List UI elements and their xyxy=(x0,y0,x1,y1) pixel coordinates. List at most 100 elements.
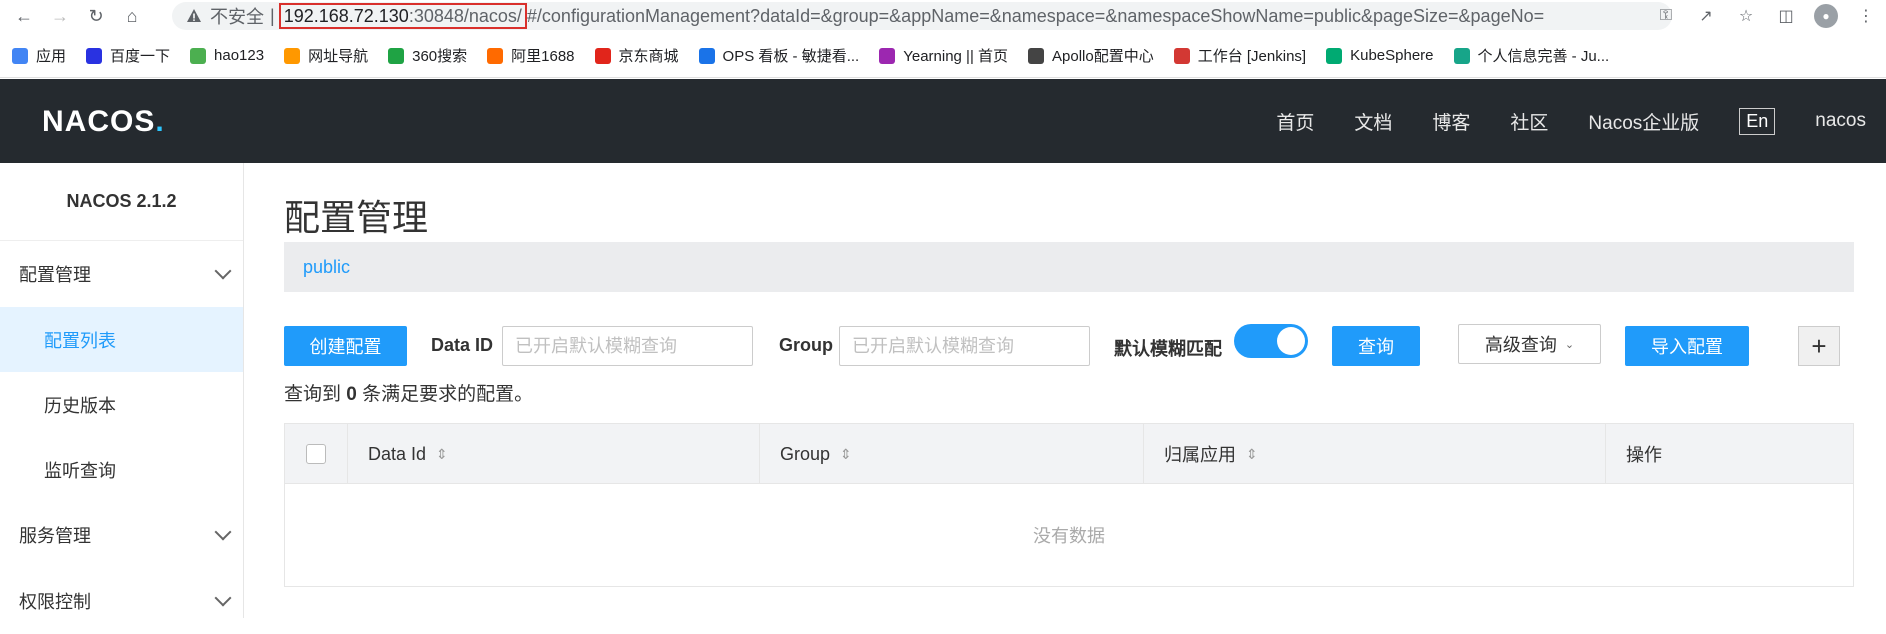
advanced-query-label: 高级查询 xyxy=(1484,335,1557,355)
fuzzy-match-label: 默认模糊匹配 xyxy=(1114,339,1222,359)
sort-icon[interactable]: ⇕ xyxy=(1246,446,1258,463)
select-all-cell xyxy=(285,424,348,484)
url-rest: #/configurationManagement?dataId=&group=… xyxy=(526,5,1545,26)
warning-icon xyxy=(187,9,201,22)
sidebar-group-label: 服务管理 xyxy=(19,526,91,546)
profile-icon[interactable]: ● xyxy=(1806,0,1846,32)
bookmark-label: Apollo配置中心 xyxy=(1052,48,1154,65)
jenkins-icon xyxy=(1173,47,1190,64)
nav-icon xyxy=(284,47,301,64)
create-config-button[interactable]: 创建配置 xyxy=(284,326,407,366)
query-button[interactable]: 查询 xyxy=(1332,326,1420,366)
bookmark-item[interactable]: 应用 xyxy=(12,45,66,66)
column-dataid[interactable]: Data Id ⇕ xyxy=(348,424,760,484)
more-icon[interactable]: ⋮ xyxy=(1846,0,1886,32)
bookmark-label: OPS 看板 - 敏捷看... xyxy=(722,48,860,65)
kubesphere-icon xyxy=(1326,47,1343,64)
sidebar-group-config[interactable]: 配置管理 xyxy=(0,241,243,307)
toggle-knob xyxy=(1277,327,1305,355)
nav-blog[interactable]: 博客 xyxy=(1432,108,1470,135)
sort-icon[interactable]: ⇕ xyxy=(436,446,448,463)
fuzzy-match-toggle[interactable] xyxy=(1234,324,1308,358)
column-app[interactable]: 归属应用 ⇕ xyxy=(1144,424,1606,484)
nav-community[interactable]: 社区 xyxy=(1510,108,1548,135)
bookmarks-bar: 应用 百度一下 hao123 网址导航 360搜索 阿里1688 京东商城 OPS 看板 - … xyxy=(0,34,1886,78)
chevron-down-icon xyxy=(214,262,232,280)
bookmark-item[interactable]: OPS 看板 - 敏捷看... xyxy=(698,45,860,66)
bookmark-label: 个人信息完善 - Ju... xyxy=(1477,48,1610,65)
bookmark-item[interactable]: 工作台 [Jenkins] xyxy=(1173,45,1307,66)
result-count: 0 xyxy=(346,384,357,405)
key-icon[interactable]: ⚿ xyxy=(1646,0,1686,32)
sidebar-group-service[interactable]: 服务管理 xyxy=(0,502,243,568)
group-input[interactable] xyxy=(839,326,1090,366)
bookmark-item[interactable]: 360搜索 xyxy=(388,45,467,66)
url-host: 192.168.72.130 xyxy=(283,6,409,26)
url-highlighted-part: 192.168.72.130:30848/nacos/ xyxy=(278,3,527,29)
bookmark-item[interactable]: KubeSphere xyxy=(1326,47,1434,64)
back-icon[interactable]: ← xyxy=(6,0,42,32)
import-config-button[interactable]: 导入配置 xyxy=(1625,326,1749,366)
bookmark-item[interactable]: 京东商城 xyxy=(594,45,679,66)
select-all-checkbox[interactable] xyxy=(306,444,326,464)
dataid-label: Data ID xyxy=(431,335,494,355)
main-content: 配置管理 public 创建配置 Data ID Group 默认模糊匹配 查询… xyxy=(284,163,1854,618)
bookmark-label: Yearning || 首页 xyxy=(903,48,1009,65)
bookmark-item[interactable]: 网址导航 xyxy=(284,45,368,66)
hao123-icon xyxy=(190,47,207,64)
bookmark-label: 工作台 [Jenkins] xyxy=(1197,48,1307,65)
url-separator: | xyxy=(270,5,275,26)
sidebar-group-label: 权限控制 xyxy=(19,592,91,612)
bookmark-label: 应用 xyxy=(36,48,67,65)
chevron-down-icon xyxy=(214,589,232,607)
language-switch[interactable]: En xyxy=(1739,107,1776,135)
bookmark-label: 阿里1688 xyxy=(511,48,575,65)
sidepanel-icon[interactable]: ◫ xyxy=(1766,0,1806,32)
user-menu[interactable]: nacos xyxy=(1815,110,1866,132)
namespace-public[interactable]: public xyxy=(303,257,350,278)
baidu-icon xyxy=(86,47,103,64)
dataid-input[interactable] xyxy=(502,326,753,366)
nav-enterprise[interactable]: Nacos企业版 xyxy=(1588,108,1699,135)
360-search-icon xyxy=(388,47,405,64)
address-bar[interactable]: 不安全 | 192.168.72.130:30848/nacos/ #/conf… xyxy=(172,2,1672,30)
bookmark-item[interactable]: 个人信息完善 - Ju... xyxy=(1453,45,1610,66)
apollo-icon xyxy=(1028,47,1045,64)
page-title: 配置管理 xyxy=(284,197,429,238)
sidebar-group-auth[interactable]: 权限控制 xyxy=(0,568,243,634)
top-menu: 首页 文档 博客 社区 Nacos企业版 En nacos xyxy=(1236,79,1866,163)
bookmark-item[interactable]: Apollo配置中心 xyxy=(1028,45,1154,66)
bookmark-label: 京东商城 xyxy=(618,48,679,65)
sidebar-item-history[interactable]: 历史版本 xyxy=(0,372,243,437)
sidebar-item-config-list[interactable]: 配置列表 xyxy=(0,307,243,372)
bookmark-item[interactable]: 阿里1688 xyxy=(487,45,575,66)
share-icon[interactable]: ↗ xyxy=(1686,0,1726,32)
bookmark-item[interactable]: hao123 xyxy=(190,47,264,64)
chevron-down-icon: ⌄ xyxy=(1564,338,1575,351)
forward-icon[interactable]: → xyxy=(42,0,78,32)
bookmark-item[interactable]: Yearning || 首页 xyxy=(879,45,1008,66)
config-table: Data Id ⇕ Group ⇕ 归属应用 ⇕ 操作 没有数据 xyxy=(284,423,1854,587)
nav-docs[interactable]: 文档 xyxy=(1354,108,1392,135)
column-group[interactable]: Group ⇕ xyxy=(760,424,1144,484)
apps-grid-icon xyxy=(12,47,28,64)
home-icon[interactable]: ⌂ xyxy=(114,0,150,32)
result-summary: 查询到 0 条满足要求的配置。 xyxy=(284,384,534,405)
star-icon[interactable]: ☆ xyxy=(1726,0,1766,32)
ops-diamond-icon xyxy=(698,47,715,64)
url-port-path: :30848/nacos/ xyxy=(408,6,522,26)
sidebar-item-listener[interactable]: 监听查询 xyxy=(0,437,243,502)
empty-state: 没有数据 xyxy=(1033,526,1105,546)
bookmark-label: 网址导航 xyxy=(308,48,369,65)
nacos-logo[interactable]: NACOS. xyxy=(42,105,165,139)
plus-icon[interactable]: + xyxy=(1798,326,1840,366)
sidebar: NACOS 2.1.2 配置管理 配置列表 历史版本 监听查询 服务管理 权限控… xyxy=(0,163,244,618)
sort-icon[interactable]: ⇕ xyxy=(840,446,852,463)
chevron-down-icon xyxy=(214,523,232,541)
advanced-query-button[interactable]: 高级查询 ⌄ xyxy=(1458,324,1601,364)
bookmark-item[interactable]: 百度一下 xyxy=(86,45,170,66)
sidebar-group-label: 配置管理 xyxy=(19,265,91,285)
nav-home[interactable]: 首页 xyxy=(1276,108,1314,135)
reload-icon[interactable]: ↻ xyxy=(78,0,114,32)
version-label: NACOS 2.1.2 xyxy=(0,163,243,241)
